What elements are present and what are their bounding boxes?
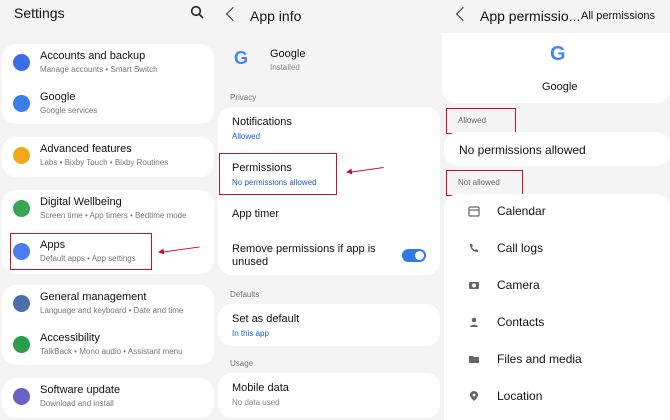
app-name: Google	[542, 81, 578, 93]
settings-title: Settings	[14, 5, 65, 21]
settings-item-advanced-features[interactable]: Advanced features Labs • Bixby Touch • B…	[2, 139, 214, 175]
all-permissions-link[interactable]: All permissions	[581, 10, 655, 22]
settings-card-update: Software update Download and install	[2, 378, 214, 418]
accessibility-icon	[13, 336, 30, 353]
settings-item-software-update[interactable]: Software update Download and install	[2, 380, 214, 416]
highlight-box-apps	[10, 233, 152, 270]
back-arrow-icon[interactable]	[455, 6, 471, 22]
permission-row-files-and-media[interactable]: Files and media	[444, 342, 670, 376]
camera-icon	[469, 282, 479, 289]
app-timer-row[interactable]: App timer	[218, 199, 440, 229]
app-name: Google	[270, 48, 306, 60]
back-arrow-icon[interactable]	[225, 6, 241, 22]
app-permissions-title: App permissio...	[480, 8, 581, 24]
section-usage: Usage	[230, 359, 254, 368]
contacts-icon	[470, 317, 478, 327]
set-as-default-value: In this app	[232, 329, 269, 338]
accounts-sync-icon	[13, 54, 30, 71]
settings-item-accessibility[interactable]: Accessibility TalkBack • Mono audio • As…	[2, 328, 214, 364]
permission-label: Call logs	[497, 241, 544, 255]
settings-item-general-management[interactable]: General management Language and keyboard…	[2, 287, 214, 323]
allowed-card: No permissions allowed	[444, 132, 670, 166]
usage-card: Mobile data No data used	[218, 373, 440, 418]
no-permissions-allowed-text: No permissions allowed	[459, 143, 586, 157]
settings-item-digital-wellbeing[interactable]: Digital Wellbeing Screen time • App time…	[2, 192, 214, 228]
permission-row-camera[interactable]: Camera	[444, 268, 670, 302]
notifications-value: Allowed	[232, 132, 261, 141]
highlight-box-not-allowed	[446, 170, 523, 196]
defaults-card: Set as default In this app	[218, 304, 440, 346]
software-update-icon	[13, 388, 30, 405]
sliders-icon	[13, 295, 30, 312]
google-logo-icon: G	[550, 43, 566, 65]
settings-item-subtitle: Labs • Bixby Touch • Bixby Routines	[40, 158, 169, 167]
mobile-data-row[interactable]: Mobile data No data used	[218, 373, 440, 418]
highlight-box-permissions	[219, 153, 337, 195]
remove-permissions-label: Remove permissions if app is unused	[232, 243, 376, 268]
notifications-row[interactable]: Notifications Allowed	[218, 107, 440, 149]
gear-plus-icon	[13, 147, 30, 164]
settings-item-title: Google	[40, 91, 76, 103]
settings-item-title: General management	[40, 291, 147, 303]
permission-row-contacts[interactable]: Contacts	[444, 305, 670, 339]
permission-label: Calendar	[497, 204, 546, 218]
settings-card-general: General management Language and keyboard…	[2, 285, 214, 365]
set-as-default-title: Set as default	[232, 313, 300, 325]
settings-item-title: Digital Wellbeing	[40, 196, 122, 208]
settings-panel: Settings Accounts and backup Manage acco…	[0, 0, 216, 420]
app-permissions-panel: App permissio... All permissions G Googl…	[442, 0, 670, 420]
settings-item-title: Advanced features	[40, 143, 132, 155]
permission-label: Camera	[497, 278, 540, 292]
app-info-title: App info	[250, 8, 302, 24]
settings-item-subtitle: Screen time • App timers • Bedtime mode	[40, 211, 187, 220]
call-logs-icon	[470, 244, 478, 252]
section-privacy: Privacy	[230, 93, 257, 102]
settings-item-subtitle: TalkBack • Mono audio • Assistant menu	[40, 347, 183, 356]
settings-item-accounts[interactable]: Accounts and backup Manage accounts • Sm…	[2, 46, 214, 82]
settings-item-subtitle: Download and install	[40, 399, 114, 408]
notifications-title: Notifications	[232, 116, 292, 128]
settings-item-title: Software update	[40, 384, 121, 396]
settings-item-subtitle: Google services	[40, 106, 98, 115]
settings-item-google[interactable]: Google Google services	[2, 87, 214, 123]
settings-card-accounts-google: Accounts and backup Manage accounts • Sm…	[2, 44, 214, 124]
permission-label: Contacts	[497, 315, 545, 329]
settings-card-advanced: Advanced features Labs • Bixby Touch • B…	[2, 137, 214, 177]
permission-row-location[interactable]: Location	[444, 379, 670, 413]
settings-item-title: Accessibility	[40, 332, 100, 344]
google-g-icon	[13, 95, 30, 112]
settings-item-title: Accounts and backup	[40, 50, 146, 62]
location-icon	[470, 391, 478, 401]
remove-permissions-row[interactable]: Remove permissions if app is unused	[218, 233, 440, 273]
wellbeing-icon	[13, 200, 30, 217]
section-defaults: Defaults	[230, 290, 260, 299]
permission-label: Location	[497, 389, 543, 403]
app-timer-title: App timer	[232, 208, 280, 220]
search-icon[interactable]	[190, 5, 204, 19]
app-info-panel: App info G Google Installed Privacy Noti…	[216, 0, 442, 420]
set-as-default-row[interactable]: Set as default In this app	[218, 304, 440, 346]
highlight-box-allowed	[446, 108, 516, 134]
mobile-data-value: No data used	[232, 398, 280, 407]
folder-icon	[469, 356, 479, 363]
app-header-card: G Google	[442, 33, 670, 103]
not-allowed-card: Calendar Call logs Camera Contacts Files…	[444, 194, 670, 420]
settings-item-subtitle: Manage accounts • Smart Switch	[40, 65, 158, 74]
google-logo-icon: G	[234, 48, 249, 68]
permission-row-call-logs[interactable]: Call logs	[444, 231, 670, 265]
remove-permissions-toggle[interactable]	[402, 249, 426, 262]
settings-item-subtitle: Language and keyboard • Date and time	[40, 306, 184, 315]
calendar-icon	[468, 206, 480, 217]
permission-row-calendar[interactable]: Calendar	[444, 194, 670, 228]
app-status: Installed	[270, 63, 300, 72]
permission-label: Files and media	[497, 352, 582, 366]
mobile-data-title: Mobile data	[232, 382, 289, 394]
